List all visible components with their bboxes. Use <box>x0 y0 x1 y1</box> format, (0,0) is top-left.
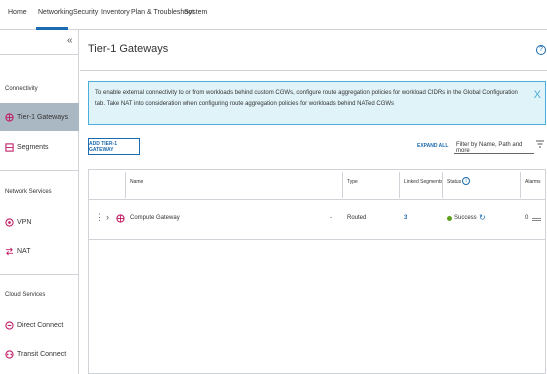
column-separator <box>442 172 443 198</box>
tab-networking[interactable]: Networking <box>38 9 73 16</box>
gateway-icon <box>5 112 14 122</box>
row-actions-icon[interactable]: ⋮ <box>95 212 104 223</box>
sidebar-item-label: Transit Connect <box>17 350 67 358</box>
chevron-right-icon[interactable]: › <box>106 212 109 222</box>
column-header-type[interactable]: Type <box>347 179 358 185</box>
grid-header: Name Type Linked Segments Status i Alarm… <box>89 170 545 200</box>
column-header-alarms[interactable]: Alarms <box>525 179 541 185</box>
status-text: Success <box>454 215 477 221</box>
column-separator <box>399 172 400 198</box>
header-divider <box>80 70 547 71</box>
tab-system[interactable]: System <box>184 9 207 16</box>
transit-connect-icon <box>5 349 14 359</box>
sidebar-item-nat[interactable]: NAT <box>0 237 79 265</box>
nat-icon <box>5 247 14 255</box>
sidebar-section-network-services: Network Services <box>5 189 52 195</box>
sidebar-divider <box>0 170 79 171</box>
info-icon[interactable]: i <box>462 177 470 185</box>
gateway-type: Routed <box>347 215 367 221</box>
column-separator <box>342 172 343 198</box>
banner-text: To enable external connectivity to or fr… <box>95 90 518 107</box>
page-title: Tier-1 Gateways <box>88 43 169 55</box>
sidebar-section-cloud-services: Cloud Services <box>5 292 46 298</box>
sidebar-item-vpn[interactable]: VPN <box>0 208 79 236</box>
tab-home[interactable]: Home <box>8 9 27 16</box>
segments-icon <box>5 142 14 152</box>
success-status-icon <box>447 216 452 221</box>
sidebar-item-label: Direct Connect <box>17 321 64 329</box>
info-banner: To enable external connectivity to or fr… <box>88 81 546 125</box>
column-header-name[interactable]: Name <box>130 179 143 185</box>
alarm-count[interactable]: 0 <box>525 215 528 221</box>
sidebar: « Connectivity Tier-1 Gateways Segments … <box>0 30 79 374</box>
expand-all-button[interactable]: EXPAND ALL <box>417 143 448 149</box>
close-icon[interactable]: X <box>534 90 541 101</box>
help-icon[interactable]: ? <box>536 45 546 55</box>
column-header-status[interactable]: Status <box>447 179 461 185</box>
tab-inventory[interactable]: Inventory <box>101 9 130 16</box>
refresh-icon[interactable]: ↻ <box>479 213 486 222</box>
sidebar-item-segments[interactable]: Segments <box>0 133 79 161</box>
row-handle-icon[interactable] <box>532 218 541 221</box>
sidebar-item-label: Segments <box>17 143 49 151</box>
gateway-name[interactable]: Compute Gateway <box>130 215 180 221</box>
column-header-linked-segments[interactable]: Linked Segments <box>404 179 443 185</box>
direct-connect-icon <box>5 320 14 330</box>
sidebar-item-label: VPN <box>17 218 32 226</box>
sidebar-item-direct-connect[interactable]: Direct Connect <box>0 311 79 339</box>
sidebar-item-label: NAT <box>17 247 31 255</box>
name-dash: - <box>330 215 332 221</box>
sidebar-item-label: Tier-1 Gateways <box>17 113 69 121</box>
sidebar-divider <box>0 54 79 55</box>
vpn-icon <box>5 217 14 227</box>
sidebar-item-tier1-gateways[interactable]: Tier-1 Gateways <box>0 103 79 131</box>
table-row[interactable]: ⋮ › Compute Gateway - Routed 3 Success ↻… <box>89 200 545 240</box>
sidebar-item-transit-connect[interactable]: Transit Connect <box>0 340 79 368</box>
filter-input[interactable]: Filter by Name, Path and more <box>454 138 534 154</box>
filter-icon[interactable] <box>535 139 545 149</box>
tab-security[interactable]: Security <box>73 9 98 16</box>
gateway-icon <box>116 214 125 223</box>
sidebar-section-connectivity: Connectivity <box>5 86 38 92</box>
sidebar-divider <box>0 274 79 275</box>
main-content: Tier-1 Gateways ? To enable external con… <box>80 30 547 374</box>
column-separator <box>125 172 126 198</box>
column-separator <box>520 172 521 198</box>
collapse-sidebar-icon[interactable]: « <box>67 35 73 46</box>
top-navigation: Home Networking Security Inventory Plan … <box>0 0 547 30</box>
linked-segments-link[interactable]: 3 <box>404 215 407 221</box>
add-tier1-gateway-button[interactable]: ADD TIER-1 GATEWAY <box>88 138 140 155</box>
gateways-grid: Name Type Linked Segments Status i Alarm… <box>88 169 546 374</box>
